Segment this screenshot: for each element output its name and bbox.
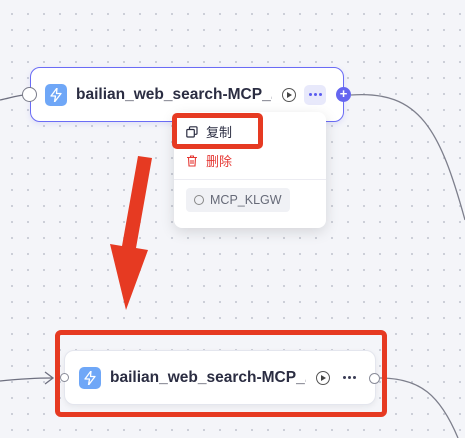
edge-outgoing-top [350,93,465,221]
add-next-node-button[interactable]: + [336,87,351,102]
node-id-icon [194,195,204,205]
node-id-chip: MCP_KLGW [186,188,290,212]
run-node-button[interactable] [282,87,296,102]
edge-incoming-top [0,94,25,101]
annotation-arrow-icon [110,156,152,310]
menu-divider [174,179,326,180]
node-id-text: MCP_KLGW [210,193,282,207]
edge-incoming-bottom [0,377,53,382]
menu-item-label: 删除 [206,154,233,169]
copied-node-highlight-box [55,330,387,417]
workflow-canvas[interactable]: bailian_web_search-MCP_... + 复制 删除 MCP_K… [0,0,465,438]
copy-highlight-box [172,113,263,149]
menu-item-delete[interactable]: 删除 [186,151,232,170]
node-title: bailian_web_search-MCP_... [76,85,272,103]
more-options-button[interactable] [304,84,326,105]
input-port[interactable] [22,87,37,102]
edge-outgoing-bottom [379,377,459,438]
lightning-bolt-icon [45,83,67,106]
trash-icon [186,154,198,167]
